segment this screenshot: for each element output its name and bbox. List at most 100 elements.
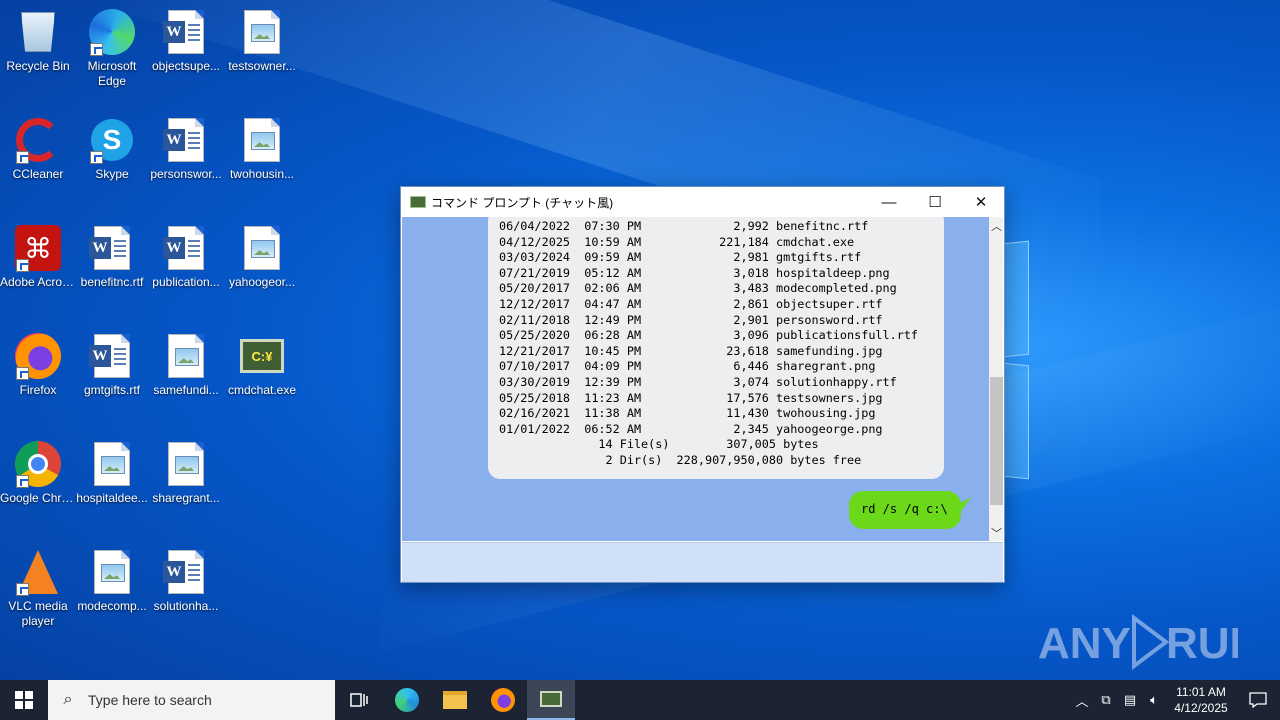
desktop-icon[interactable]: samefundi... xyxy=(148,332,224,398)
cmdchat-window[interactable]: コマンド プロンプト (チャット風) — ☐ ✕ 06/04/2022 07:3… xyxy=(400,186,1005,583)
taskbar-edge-button[interactable] xyxy=(383,680,431,720)
desktop-icon[interactable]: testsowner... xyxy=(224,8,300,74)
desktop-icon[interactable]: Wpersonswor... xyxy=(148,116,224,182)
taskbar-firefox-button[interactable] xyxy=(479,680,527,720)
search-icon: ⌕ xyxy=(63,691,73,708)
desktop-icon[interactable]: sharegrant... xyxy=(148,440,224,506)
svg-text:RUN: RUN xyxy=(1166,619,1238,668)
desktop-icon[interactable]: twohousin... xyxy=(224,116,300,182)
anyrun-watermark: ANY RUN xyxy=(1038,612,1261,672)
task-view-icon xyxy=(350,693,368,707)
desktop-icon[interactable]: C:¥ cmdchat.exe xyxy=(224,332,300,398)
volume-icon[interactable]: 🔈︎ xyxy=(1142,692,1166,708)
edge-icon xyxy=(395,688,419,712)
desktop-icon[interactable]: Firefox xyxy=(0,332,76,398)
image-file-icon xyxy=(88,440,136,488)
desktop-icon-label: Microsoft Edge xyxy=(87,59,137,88)
show-hidden-icons-chevron-icon[interactable]: ︿ xyxy=(1070,691,1094,710)
shortcut-arrow-icon xyxy=(16,475,29,488)
word-doc-icon: W xyxy=(162,224,210,272)
firefox-icon xyxy=(14,332,62,380)
taskbar-cmdchat-button[interactable] xyxy=(527,680,575,720)
cmd-app-icon xyxy=(410,196,426,208)
clock-time: 11:01 AM xyxy=(1176,685,1226,699)
svg-text:ANY: ANY xyxy=(1038,619,1131,668)
search-placeholder: Type here to search xyxy=(88,692,212,708)
desktop-icon-label: solutionha... xyxy=(153,599,219,613)
desktop-icon[interactable]: Wsolutionha... xyxy=(148,548,224,614)
cmdchat-icon: C:¥ xyxy=(238,332,286,380)
desktop-icon[interactable]: Wbenefitnc.rtf xyxy=(74,224,150,290)
desktop-icon[interactable]: Microsoft Edge xyxy=(74,8,150,89)
folder-icon xyxy=(443,691,467,709)
output-line: 2 Dir(s) 228,907,950,080 bytes free xyxy=(499,452,862,467)
close-button[interactable]: ✕ xyxy=(958,187,1004,217)
desktop-icon[interactable]: S Skype xyxy=(74,116,150,182)
desktop-icon-label: samefundi... xyxy=(153,383,219,397)
network-status-icon[interactable]: ⧉ xyxy=(1094,692,1118,708)
start-button[interactable] xyxy=(0,680,48,720)
minimize-button[interactable]: — xyxy=(866,187,912,217)
output-line: 01/01/2022 06:52 AM 2,345 yahoogeorge.pn… xyxy=(499,421,883,436)
command-input[interactable] xyxy=(402,542,1003,582)
desktop-icon-label: Skype xyxy=(95,167,129,181)
ccleaner-icon xyxy=(14,116,62,164)
desktop-icon-label: VLC media player xyxy=(8,599,68,628)
shortcut-arrow-icon xyxy=(90,43,103,56)
desktop-icon[interactable]: modecomp... xyxy=(74,548,150,614)
word-doc-icon: W xyxy=(88,224,136,272)
output-line: 03/30/2019 12:39 PM 3,074 solutionhappy.… xyxy=(499,374,897,389)
output-line: 05/20/2017 02:06 AM 3,483 modecompleted.… xyxy=(499,281,897,296)
desktop-icon[interactable]: hospitaldee... xyxy=(74,440,150,506)
window-titlebar[interactable]: コマンド プロンプト (チャット風) — ☐ ✕ xyxy=(401,187,1004,217)
output-line: 02/16/2021 11:38 AM 11,430 twohousing.jp… xyxy=(499,406,876,421)
windows-start-icon xyxy=(15,691,33,709)
scroll-up-arrow-icon[interactable]: ︿ xyxy=(989,217,1003,234)
clock-date: 4/12/2025 xyxy=(1174,701,1228,715)
system-tray: ︿ ⧉ ▤ 🔈︎ 11:01 AM 4/12/2025 xyxy=(1070,680,1280,720)
windows-logo-pane xyxy=(1003,240,1029,358)
output-line: 02/11/2018 12:49 PM 2,901 personsword.rt… xyxy=(499,312,883,327)
desktop-icon[interactable]: yahoogeor... xyxy=(224,224,300,290)
desktop-icon[interactable]: VLC media player xyxy=(0,548,76,629)
desktop-icon-label: Firefox xyxy=(19,383,57,397)
image-file-icon xyxy=(88,548,136,596)
desktop-icon-label: Adobe Acrobat xyxy=(0,275,76,289)
task-view-button[interactable] xyxy=(335,680,383,720)
desktop-icon[interactable]: Google Chrome xyxy=(0,440,76,506)
action-center-button[interactable] xyxy=(1236,680,1280,720)
window-title: コマンド プロンプト (チャット風) xyxy=(431,195,614,210)
scrollbar-thumb[interactable] xyxy=(990,377,1003,505)
word-doc-icon: W xyxy=(162,8,210,56)
shortcut-arrow-icon xyxy=(90,151,103,164)
firefox-icon xyxy=(491,688,515,712)
desktop-icon-label: sharegrant... xyxy=(152,491,220,505)
taskbar-search-box[interactable]: ⌕ Type here to search xyxy=(48,680,335,720)
desktop-icon[interactable]: ⌘ Adobe Acrobat xyxy=(0,224,76,290)
desktop-icon[interactable]: Wobjectsupe... xyxy=(148,8,224,74)
vertical-scrollbar[interactable]: ︿ ﹀ xyxy=(989,217,1003,541)
desktop-icon-label: benefitnc.rtf xyxy=(80,275,144,289)
acrobat-icon: ⌘ xyxy=(14,224,62,272)
output-line: 06/04/2022 07:30 PM 2,992 benefitnc.rtf xyxy=(499,219,869,233)
desktop-icon-label: yahoogeor... xyxy=(228,275,296,289)
notification-icon xyxy=(1249,692,1267,708)
desktop-icon-label: hospitaldee... xyxy=(76,491,148,505)
desktop-icon[interactable]: Wpublication... xyxy=(148,224,224,290)
chat-area[interactable]: 06/04/2022 07:30 PM 2,992 benefitnc.rtf 0… xyxy=(402,217,1003,541)
desktop-icon[interactable]: Recycle Bin xyxy=(0,8,76,74)
maximize-button[interactable]: ☐ xyxy=(912,187,958,217)
output-line: 05/25/2018 11:23 AM 17,576 testsowners.j… xyxy=(499,390,883,405)
image-file-icon xyxy=(238,116,286,164)
scroll-down-arrow-icon[interactable]: ﹀ xyxy=(989,524,1003,541)
cmdchat-icon xyxy=(540,691,562,707)
taskbar-file-explorer-button[interactable] xyxy=(431,680,479,720)
desktop-icon[interactable]: CCleaner xyxy=(0,116,76,182)
output-line: 14 File(s) 307,005 bytes xyxy=(499,437,819,452)
desktop-icon-label: cmdchat.exe xyxy=(227,383,297,397)
desktop-icon[interactable]: Wgmtgifts.rtf xyxy=(74,332,150,398)
clock[interactable]: 11:01 AM 4/12/2025 xyxy=(1166,684,1236,716)
skype-icon: S xyxy=(88,116,136,164)
command-output: 06/04/2022 07:30 PM 2,992 benefitnc.rtf 0… xyxy=(499,219,918,469)
network-icon[interactable]: ▤ xyxy=(1118,692,1142,708)
